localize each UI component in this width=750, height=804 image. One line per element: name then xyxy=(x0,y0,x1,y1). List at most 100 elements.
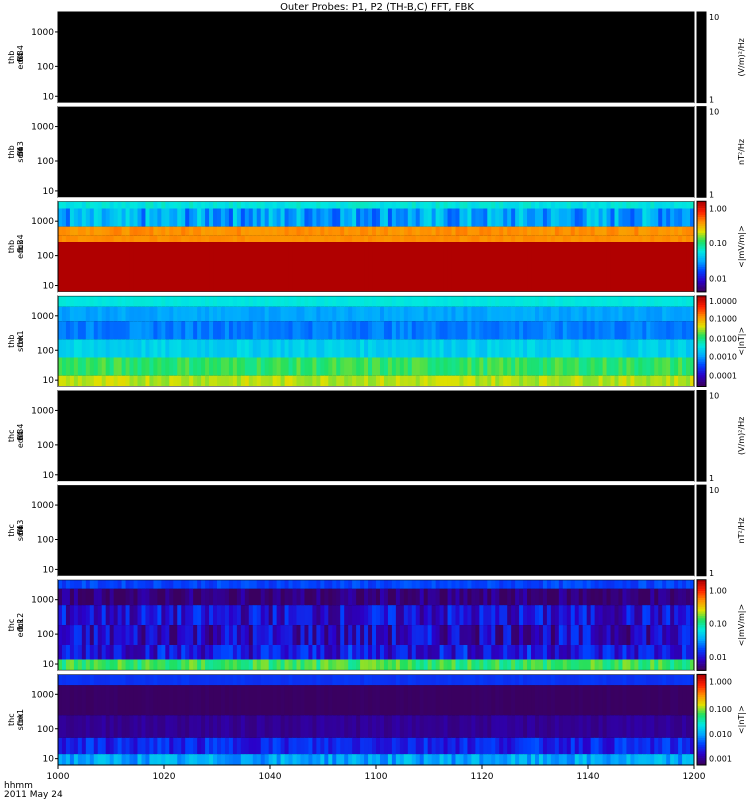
spectrogram-cell xyxy=(93,685,99,716)
spectrogram-cell xyxy=(674,201,679,209)
spectrogram-cell xyxy=(304,235,309,243)
spectrogram-cell xyxy=(105,242,111,292)
spectrogram-cell xyxy=(145,685,150,716)
spectrogram-cell xyxy=(360,754,365,766)
colorbar-step xyxy=(697,266,706,270)
spectrogram-cell xyxy=(352,208,357,227)
spectrogram-cell xyxy=(634,737,639,755)
spectrogram-cell xyxy=(65,306,71,322)
spectrogram-cell xyxy=(149,674,154,686)
spectrogram-cell xyxy=(602,242,607,292)
spectrogram-cell xyxy=(507,306,512,322)
spectrogram-cell xyxy=(391,605,397,626)
spectrogram-cell xyxy=(499,375,504,387)
spectrogram-cell xyxy=(586,715,592,738)
spectrogram-cell xyxy=(304,201,309,209)
spectrogram-cell xyxy=(161,357,166,376)
spectrogram-cell xyxy=(145,208,150,227)
spectrogram-cell xyxy=(479,625,484,645)
spectrogram-cell xyxy=(546,579,552,589)
spectrogram-cell xyxy=(634,674,639,686)
spectrogram-cell xyxy=(622,201,627,209)
spectrogram-cell xyxy=(169,715,174,738)
colorbar-label: (V/m)²/Hz xyxy=(737,417,746,455)
spectrogram-cell xyxy=(157,226,162,236)
spectrogram-cell xyxy=(368,306,373,322)
spectrogram-cell xyxy=(109,605,115,626)
spectrogram-cell xyxy=(288,201,293,209)
spectrogram-cell xyxy=(435,208,441,227)
spectrogram-cell xyxy=(376,674,381,686)
spectrogram-cell xyxy=(383,625,389,645)
spectrogram-cell xyxy=(451,321,456,340)
spectrogram-cell xyxy=(487,321,492,340)
spectrogram-cell xyxy=(670,235,675,243)
spectrogram-cell xyxy=(582,375,588,387)
spectrogram-cell xyxy=(117,235,123,243)
spectrogram-cell xyxy=(77,737,83,755)
spectrogram-cell xyxy=(638,715,643,738)
spectrogram-cell xyxy=(304,375,309,387)
spectrogram-cell xyxy=(403,737,409,755)
spectrogram-cell xyxy=(89,226,95,236)
spectrogram-cell xyxy=(189,715,194,738)
spectrogram-cell xyxy=(602,737,607,755)
spectrogram-cell xyxy=(654,754,659,766)
spectrogram-cell xyxy=(117,357,123,376)
spectrogram-cell xyxy=(93,235,99,243)
colorbar-step xyxy=(697,357,706,360)
spectrogram-cell xyxy=(391,339,397,358)
spectrogram-cell xyxy=(316,201,321,209)
spectrogram-cell xyxy=(562,321,568,340)
spectrogram-cell xyxy=(264,235,270,243)
spectrogram-cell xyxy=(272,645,278,660)
spectrogram-cell xyxy=(459,339,464,358)
spectrogram-cell xyxy=(515,588,520,606)
spectrogram-cell xyxy=(368,737,373,755)
spectrogram-cell xyxy=(483,737,488,755)
spectrogram-cell xyxy=(586,321,592,340)
spectrogram-cell xyxy=(439,659,444,671)
spectrogram-cell xyxy=(642,339,647,358)
spectrogram-cell xyxy=(220,674,226,686)
spectrogram-cell xyxy=(209,579,214,589)
spectrogram-cell xyxy=(284,605,289,626)
spectrogram-cell xyxy=(324,242,329,292)
spectrogram-cell xyxy=(77,235,83,243)
spectrogram-cell xyxy=(399,235,405,243)
spectrogram-cell xyxy=(391,754,397,766)
spectrogram-cell xyxy=(455,659,460,671)
spectrogram-cell xyxy=(459,357,464,376)
spectrogram-cell xyxy=(169,201,174,209)
spectrogram-cell xyxy=(89,321,95,340)
spectrogram-cell xyxy=(97,625,103,645)
spectrogram-cell xyxy=(535,321,540,340)
spectrogram-cell xyxy=(399,242,405,292)
spectrogram-cell xyxy=(618,339,623,358)
spectrogram-cell xyxy=(181,357,186,376)
spectrogram-cell xyxy=(272,685,278,716)
spectrogram-cell xyxy=(483,357,488,376)
spectrogram-cell xyxy=(105,339,111,358)
spectrogram-cell xyxy=(372,339,377,358)
spectrogram-cell xyxy=(300,208,305,227)
y-tick-label: 10 xyxy=(43,755,55,765)
spectrogram-cell xyxy=(566,605,572,626)
spectrogram-cell xyxy=(471,242,476,292)
spectrogram-cell xyxy=(85,674,91,686)
spectrogram-cell xyxy=(65,605,71,626)
spectrogram-cell xyxy=(364,579,369,589)
spectrogram-cell xyxy=(220,375,226,387)
spectrogram-cell xyxy=(97,226,103,236)
spectrogram-cell xyxy=(399,659,405,671)
spectrogram-cell xyxy=(153,321,158,340)
panel-ylabel: thbfbkedc34 xyxy=(7,234,25,259)
spectrogram-cell xyxy=(89,201,95,209)
spectrogram-cell xyxy=(479,685,484,716)
spectrogram-cell xyxy=(630,659,635,671)
spectrogram-cell xyxy=(630,579,635,589)
spectrogram-cell xyxy=(137,242,142,292)
spectrogram-cell xyxy=(634,295,639,307)
spectrogram-cell xyxy=(535,625,540,645)
spectrogram-cell xyxy=(109,579,115,589)
